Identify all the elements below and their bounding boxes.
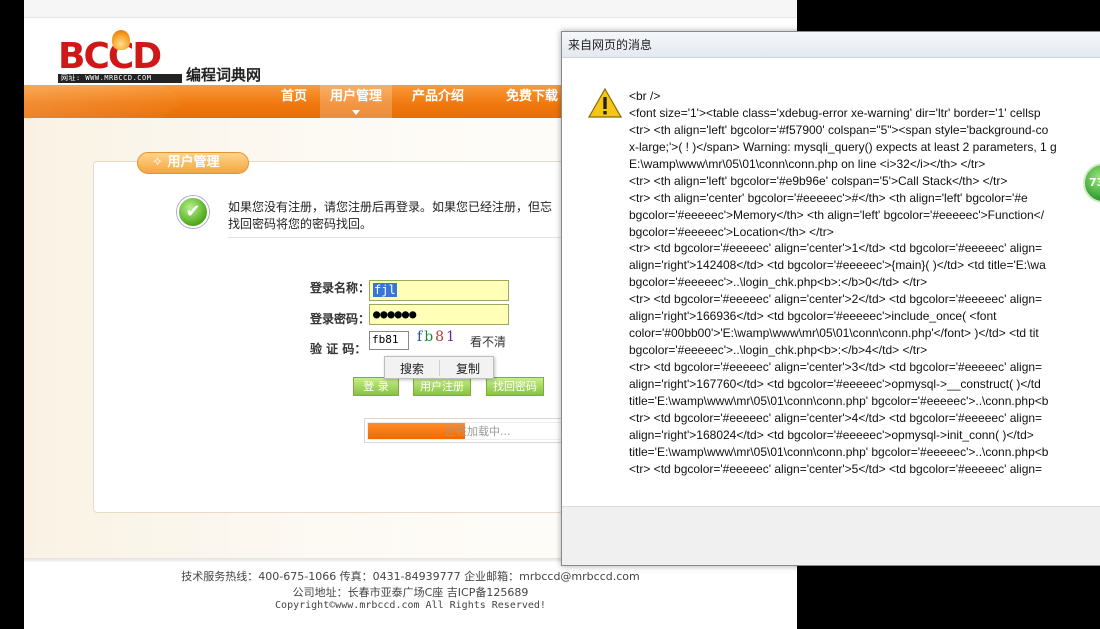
- dialog-message-line: bgcolor='#eeeeec'>Location</th> </tr>: [629, 224, 834, 239]
- captcha-char: 1: [446, 329, 457, 345]
- warning-icon: [588, 88, 622, 118]
- username-field[interactable]: fjl: [369, 280, 509, 301]
- dialog-title[interactable]: 来自网页的消息: [562, 32, 1100, 58]
- notice-line-2: 找回密码将您的密码找回。: [228, 217, 373, 231]
- footer-contact: 技术服务热线：400-675-1066 传真：0431-84939777 企业邮…: [181, 570, 640, 583]
- divider: [228, 237, 562, 238]
- bullet-icon: ✧: [152, 155, 163, 170]
- dialog-message-line: x-large;'>( ! )</span> Warning: mysqli_q…: [629, 139, 1057, 154]
- alert-dialog: 来自网页的消息 <br /> <font size='1'><table clas…: [561, 31, 1100, 566]
- dialog-message-line: <tr> <td bgcolor='#eeeeec' align='center…: [629, 292, 1043, 307]
- nav-item-user-management[interactable]: 用户管理: [320, 85, 392, 118]
- dialog-button-area: [562, 506, 1100, 565]
- footer: 技术服务热线：400-675-1066 传真：0431-84939777 企业邮…: [24, 568, 797, 616]
- password-field[interactable]: ●●●●●●: [369, 304, 509, 325]
- logo-url: 网址: WWW.MRBCCD.COM: [58, 74, 182, 83]
- nav-item-label: 用户管理: [329, 89, 382, 104]
- dialog-message-line: align='right'>167760</td> <td bgcolor='#…: [629, 376, 1041, 391]
- context-menu: 搜索 复制: [384, 356, 494, 379]
- dialog-message-line: bgcolor='#eeeeec'>Memory</th> <th align=…: [629, 207, 1045, 222]
- register-button[interactable]: 用户注册: [413, 377, 471, 396]
- captcha-label: 验 证 码：: [310, 342, 367, 356]
- context-menu-copy[interactable]: 复制: [441, 360, 495, 377]
- flame-icon: [112, 30, 130, 50]
- dialog-message-line: E:\wamp\www\mr\05\01\conn\conn.php on li…: [629, 156, 986, 171]
- username-value: fjl: [373, 283, 397, 297]
- dialog-message-line: <tr> <th align='left' bgcolor='#f57900' …: [629, 122, 1049, 137]
- dialog-message-line: align='right'>168024</td> <td bgcolor='#…: [629, 427, 1034, 442]
- dialog-message-line: <tr> <td bgcolor='#eeeeec' align='center…: [629, 461, 1043, 476]
- nav-item-download[interactable]: 免费下载: [496, 85, 568, 118]
- dialog-message-line: color='#00bb00'>'E:\wamp\www\mr\05\01\co…: [629, 326, 1039, 341]
- captcha-field[interactable]: fb81: [369, 331, 409, 350]
- footer-address: 公司地址：长春市亚泰广场C座 吉ICP备125689: [292, 586, 529, 599]
- dialog-message-line: <tr> <th align='center' bgcolor='#eeeeec…: [629, 190, 1028, 205]
- dialog-message-line: <tr> <td bgcolor='#eeeeec' align='center…: [629, 410, 1043, 425]
- panel-tab-label: 用户管理: [167, 155, 220, 170]
- login-notice: 如果您没有注册，请您注册后再登录。如果您已经注册，但忘 找回密码将您的密码找回。: [228, 199, 562, 233]
- site-name: 编程词典网: [186, 66, 262, 84]
- nav-item-home[interactable]: 首页: [270, 85, 318, 118]
- logo-letters: BCCD: [58, 36, 162, 77]
- dialog-message: <br /> <font size='1'><table class='xdebu…: [629, 88, 1100, 478]
- nav-item-products[interactable]: 产品介绍: [402, 85, 474, 118]
- dialog-message-line: bgcolor='#eeeeec'>..\login_chk.php<b>:</…: [629, 343, 928, 358]
- login-button[interactable]: 登 录: [353, 377, 399, 396]
- checkmark-icon: ✔: [177, 196, 209, 228]
- captcha-image: fb81: [417, 329, 457, 345]
- recover-password-button[interactable]: 找回密码: [486, 377, 544, 396]
- dialog-message-line: align='right'>166936</td> <td bgcolor='#…: [629, 309, 997, 324]
- dialog-message-line: <font size='1'><table class='xdebug-erro…: [629, 105, 1041, 120]
- site-logo[interactable]: BCCD 网址: WWW.MRBCCD.COM 编程词典网: [58, 30, 288, 86]
- dialog-message-line: align='right'>142408</td> <td bgcolor='#…: [629, 258, 1046, 273]
- dialog-message-line: <br />: [629, 89, 661, 103]
- panel-tab: ✧ 用户管理: [137, 152, 249, 174]
- dialog-message-line: <tr> <th align='left' bgcolor='#e9b96e' …: [629, 173, 1008, 188]
- notice-line-1: 如果您没有注册，请您注册后再登录。如果您已经注册，但忘: [228, 200, 553, 214]
- dialog-message-line: title='E:\wamp\www\mr\05\01\conn\conn.ph…: [629, 444, 1049, 459]
- footer-copyright: Copyright©www.mrbccd.com All Rights Rese…: [275, 600, 546, 611]
- context-menu-separator: [439, 360, 440, 376]
- loading-text: 正在加载中...: [445, 425, 511, 438]
- dialog-message-line: title='E:\wamp\www\mr\05\01\conn\conn.ph…: [629, 393, 1049, 408]
- browser-top-strip: [24, 0, 797, 18]
- dialog-message-line: <tr> <td bgcolor='#eeeeec' align='center…: [629, 241, 1043, 256]
- loading-box: 正在加载中...: [364, 418, 564, 443]
- context-menu-search[interactable]: 搜索: [385, 360, 439, 377]
- captcha-char: b: [424, 329, 436, 345]
- username-label: 登录名称：: [310, 281, 371, 295]
- dialog-message-line: bgcolor='#eeeeec'>..\login_chk.php<b>:</…: [629, 275, 928, 290]
- refresh-captcha-link[interactable]: 看不清: [470, 333, 506, 350]
- password-label: 登录密码：: [310, 312, 371, 326]
- active-indicator-icon: [352, 110, 360, 115]
- nav-arrow-decoration: [24, 85, 184, 118]
- captcha-char: 8: [435, 329, 447, 345]
- dialog-message-line: <tr> <td bgcolor='#eeeeec' align='center…: [629, 360, 1043, 374]
